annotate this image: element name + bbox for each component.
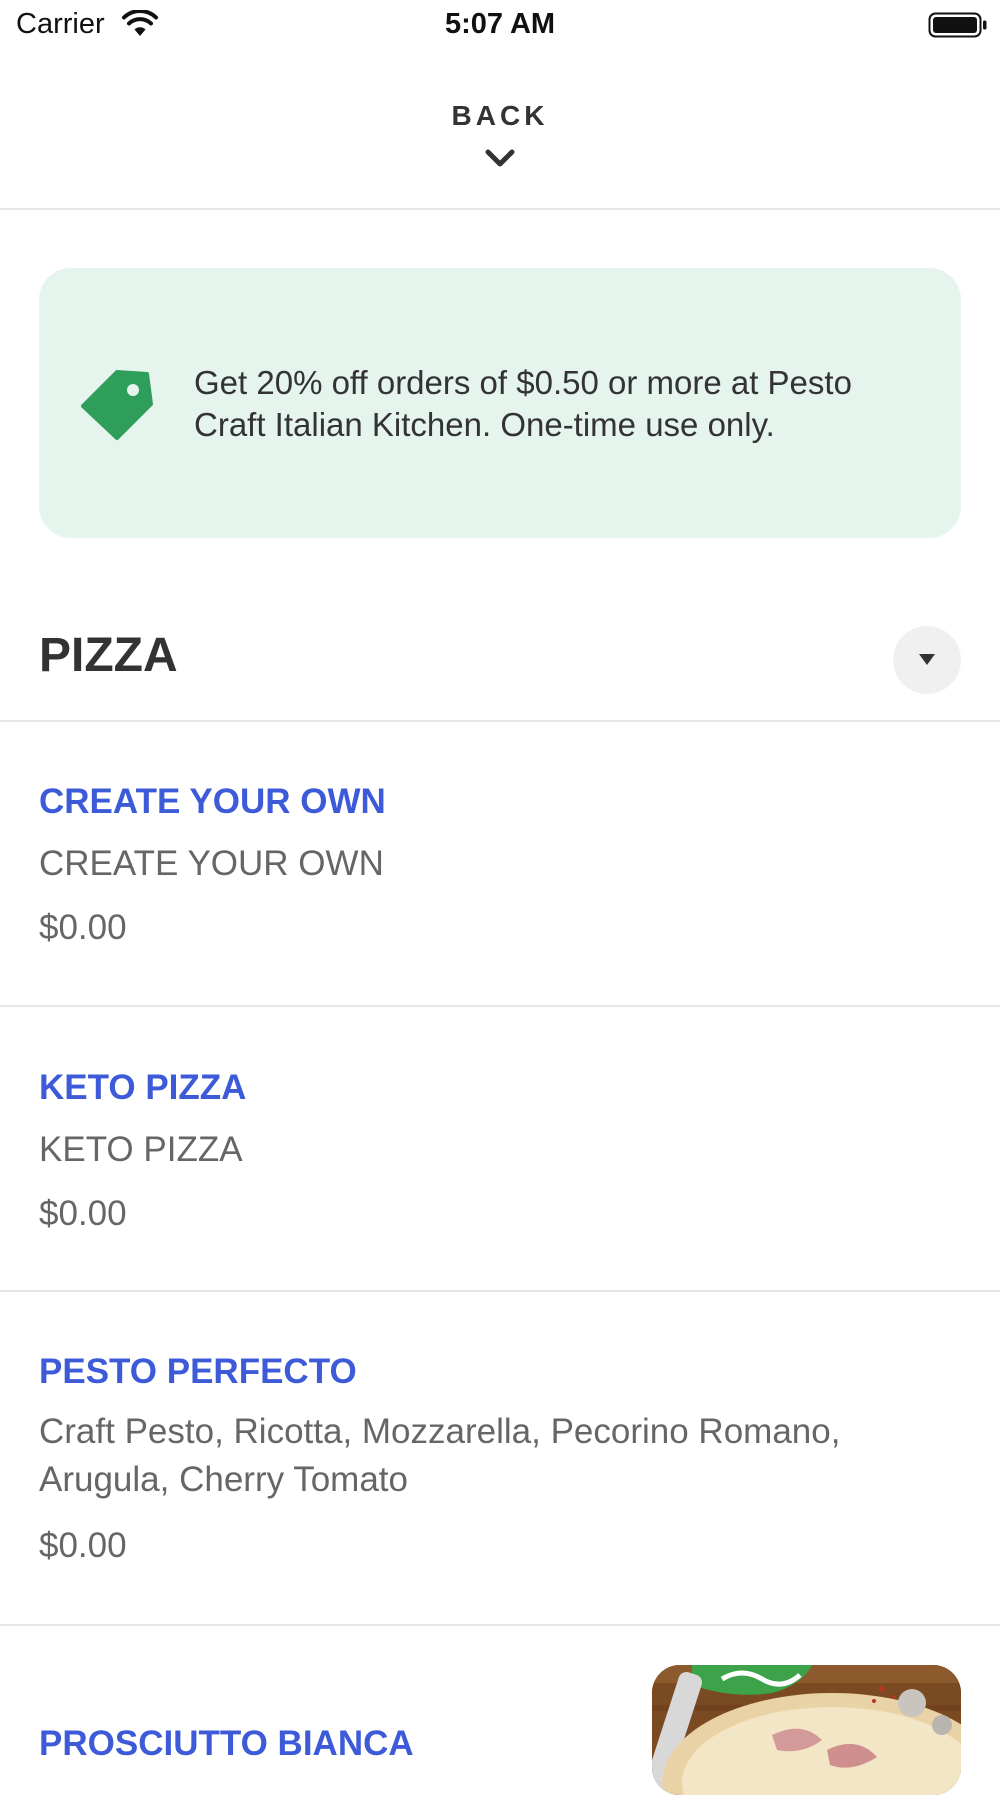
battery-icon (928, 12, 988, 43)
item-name: PROSCIUTTO BIANCA (39, 1724, 414, 1763)
item-name: PESTO PERFECTO (39, 1352, 357, 1391)
status-bar: Carrier 5:07 AM (0, 0, 1000, 52)
back-label: BACK (451, 100, 549, 131)
menu-item-keto-pizza[interactable]: KETO PIZZA KETO PIZZA $0.00 (0, 1007, 1000, 1290)
item-description: KETO PIZZA (39, 1130, 243, 1169)
section-title: PIZZA (39, 629, 178, 682)
section-collapse-button[interactable] (893, 626, 961, 694)
back-button[interactable]: BACK (0, 52, 1000, 210)
menu-item-create-your-own[interactable]: CREATE YOUR OWN CREATE YOUR OWN $0.00 (0, 722, 1000, 1005)
item-price: $0.00 (39, 1194, 127, 1233)
chevron-down-icon (484, 148, 516, 175)
caret-down-icon (919, 654, 935, 665)
item-description: Craft Pesto, Ricotta, Mozzarella, Pecori… (39, 1412, 841, 1499)
price-tag-icon (79, 366, 157, 449)
item-description: CREATE YOUR OWN (39, 844, 384, 883)
item-price: $0.00 (39, 1526, 127, 1565)
item-price: $0.00 (39, 908, 127, 947)
clock: 5:07 AM (444, 8, 556, 40)
pizza-photo[interactable] (652, 1665, 961, 1795)
promo-banner: Get 20% off orders of $0.50 or more at P… (39, 268, 961, 538)
menu-item-pesto-perfecto[interactable]: PESTO PERFECTO Craft Pesto, Ricotta, Moz… (0, 1292, 1000, 1624)
item-name: CREATE YOUR OWN (39, 782, 386, 821)
item-name: KETO PIZZA (39, 1068, 247, 1107)
promo-text: Get 20% off orders of $0.50 or more at P… (194, 364, 852, 443)
